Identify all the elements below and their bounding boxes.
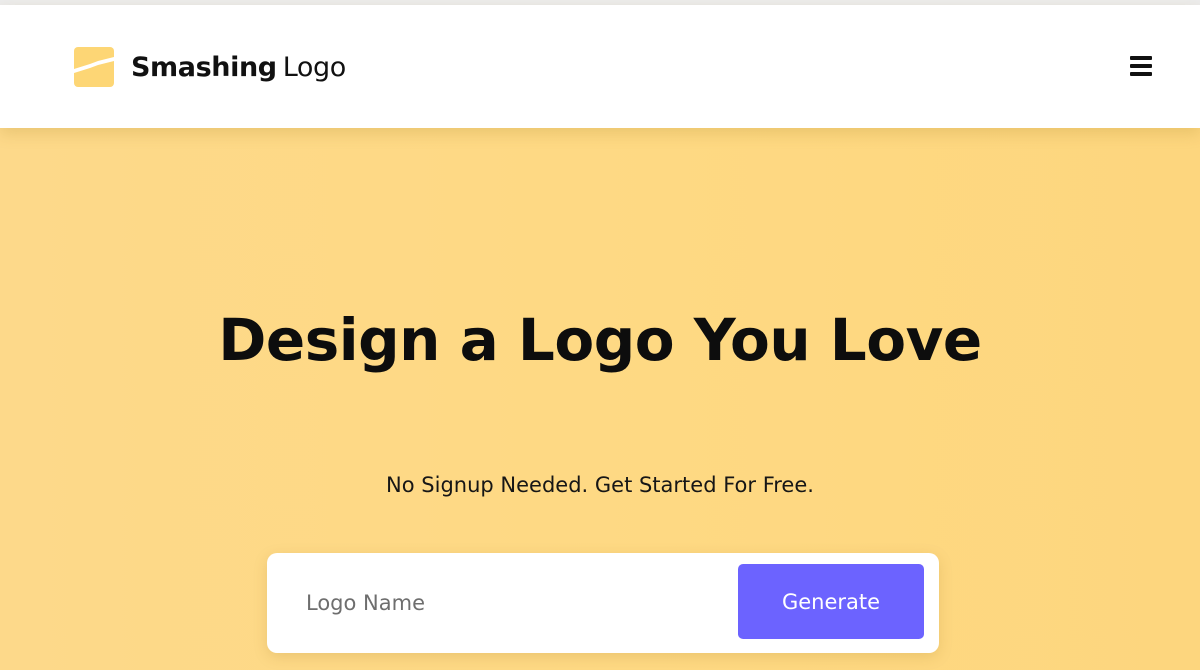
hero-headline: Design a Logo You Love bbox=[218, 306, 982, 374]
hamburger-menu-icon-bar bbox=[1130, 64, 1152, 68]
hamburger-menu-icon-bar bbox=[1130, 72, 1152, 76]
site-header: Smashing Logo bbox=[0, 5, 1200, 128]
generate-button[interactable]: Generate bbox=[738, 564, 924, 639]
hero-subline: No Signup Needed. Get Started For Free. bbox=[386, 473, 814, 497]
smashing-logo-icon bbox=[74, 47, 114, 87]
menu-button[interactable] bbox=[1128, 55, 1154, 79]
hamburger-menu-icon bbox=[1130, 56, 1152, 60]
logo-name-input[interactable] bbox=[291, 567, 731, 639]
home-logo-link[interactable]: Smashing Logo bbox=[74, 47, 346, 87]
brand-name: Smashing Logo bbox=[131, 52, 346, 83]
brand-name-light: Logo bbox=[282, 51, 347, 83]
logo-generator-form: Generate bbox=[267, 553, 939, 653]
brand-name-bold: Smashing bbox=[131, 51, 277, 83]
hero-section: Design a Logo You Love No Signup Needed.… bbox=[0, 128, 1200, 670]
